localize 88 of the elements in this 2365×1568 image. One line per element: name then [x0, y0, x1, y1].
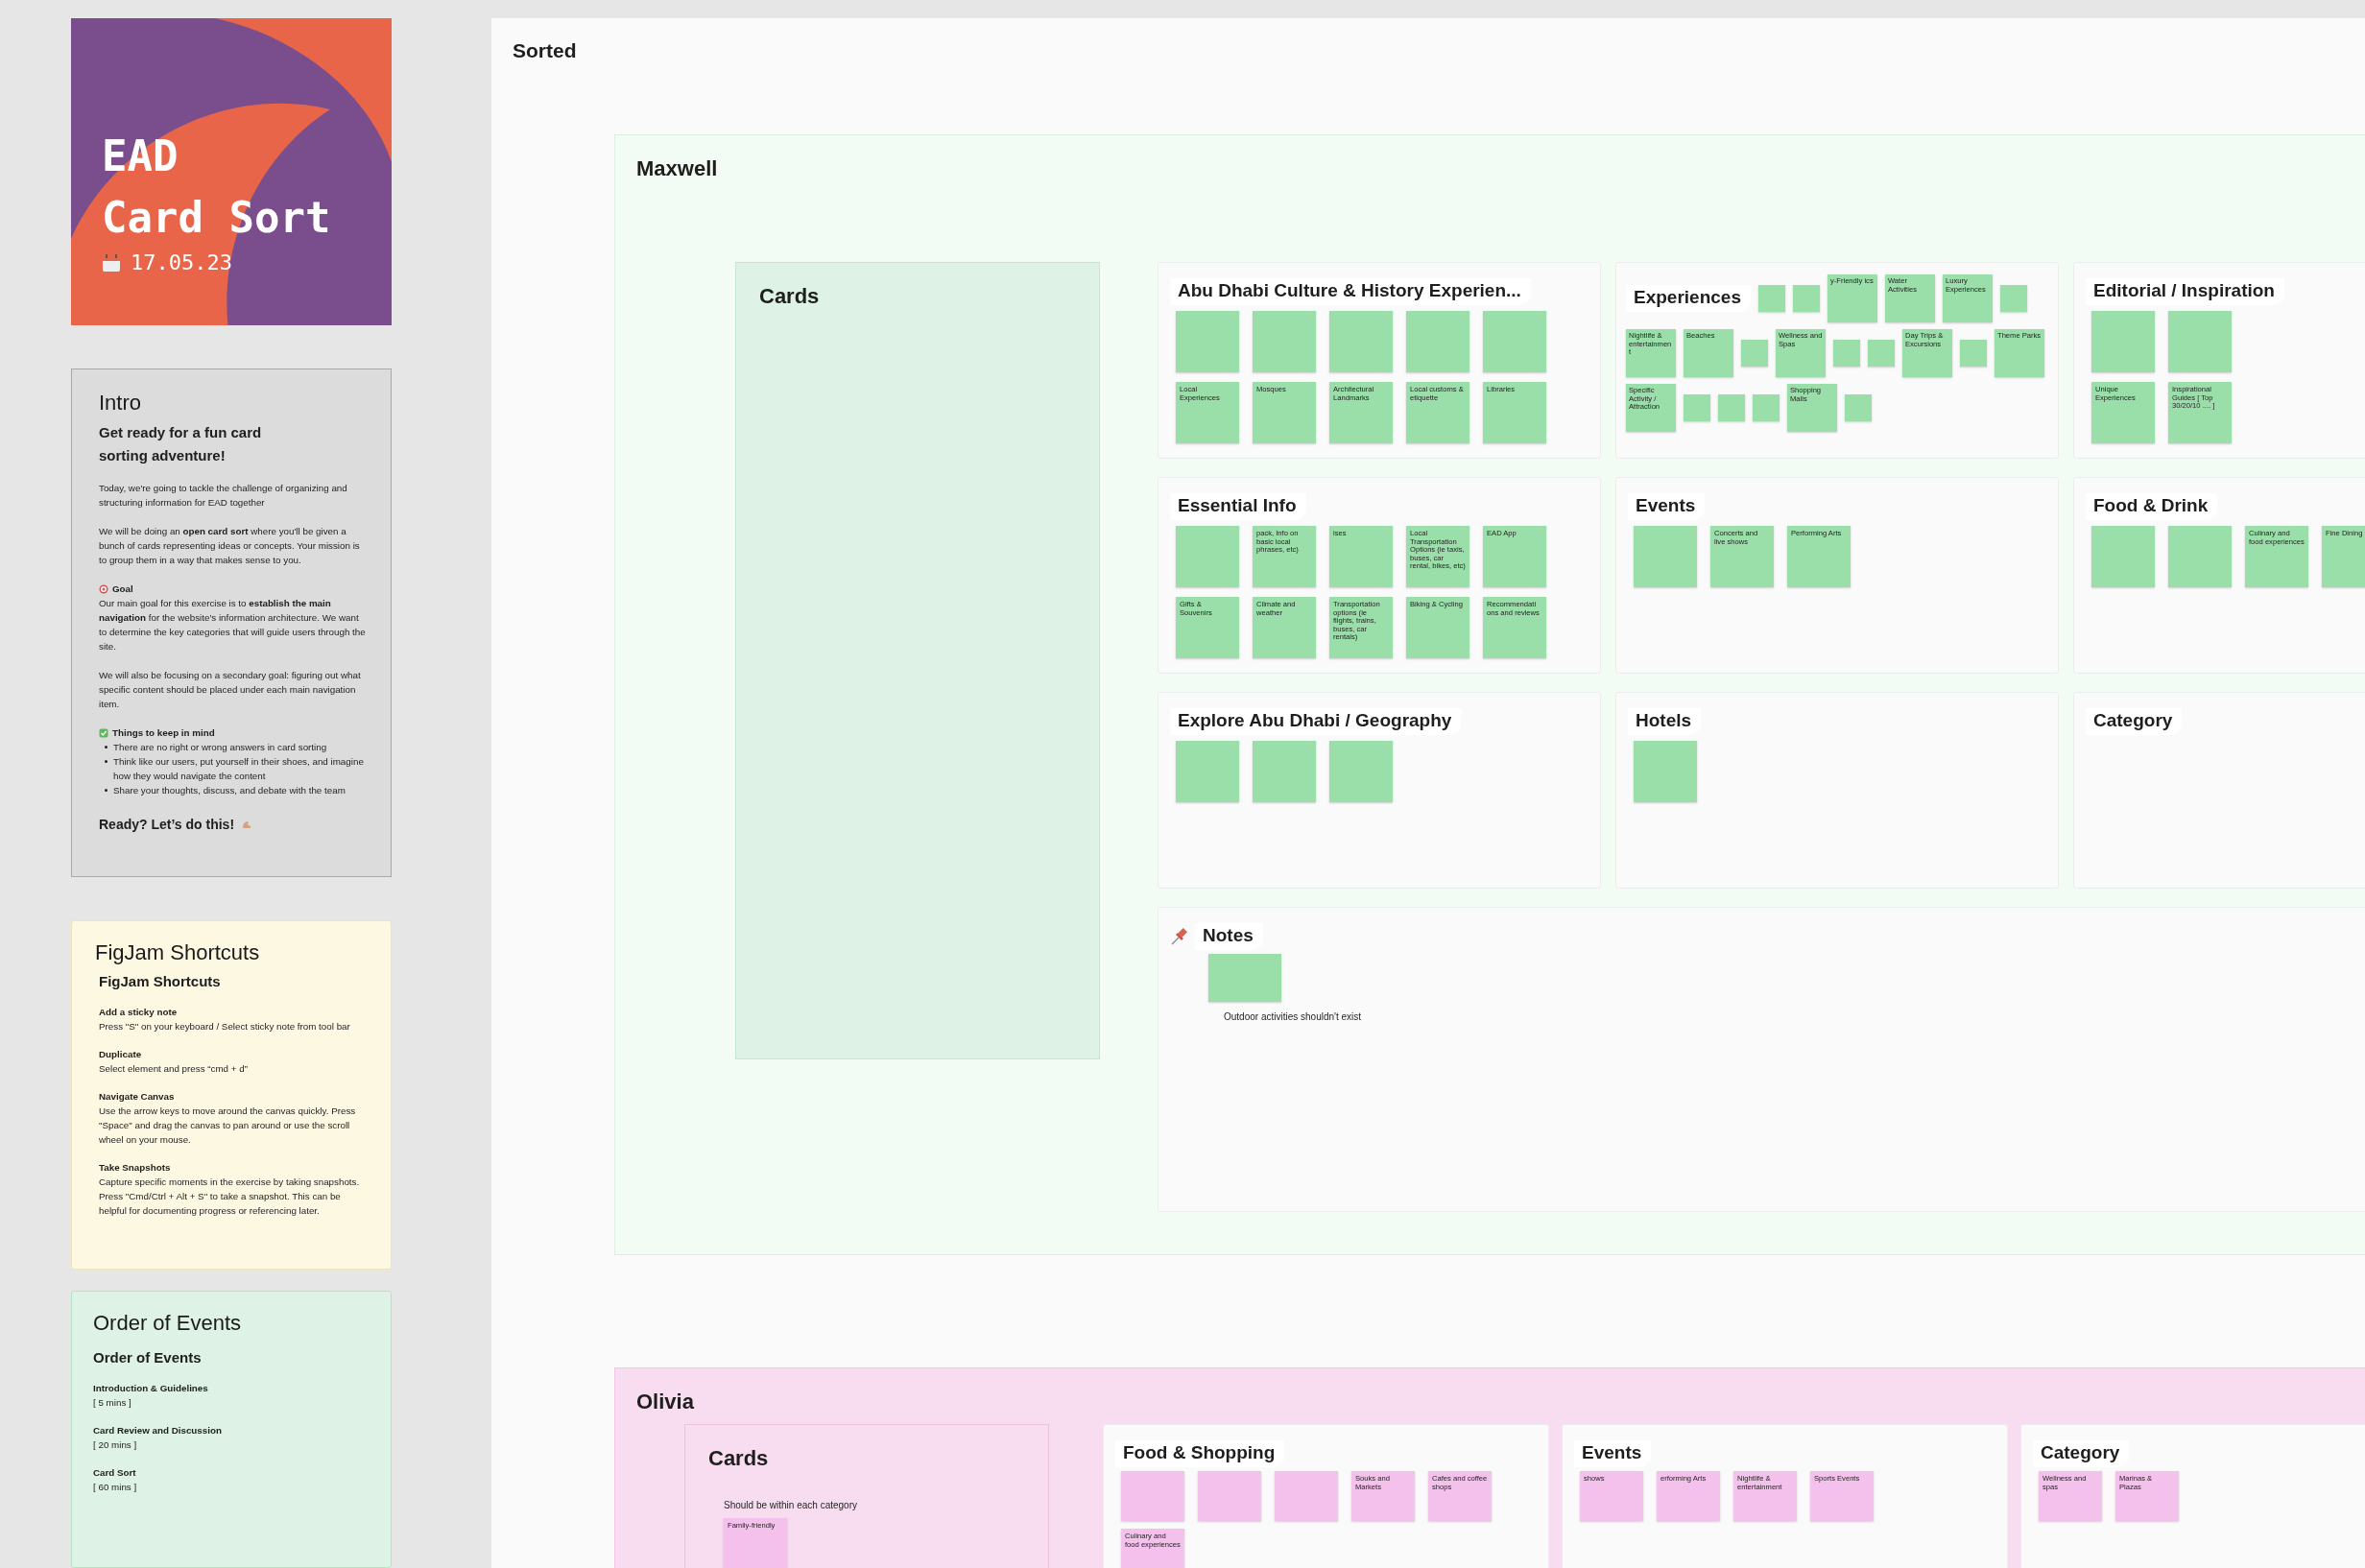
shortcut-description: Use the arrow keys to move around the canvas quickly. Press "Space" and drag the canvas to pan around or use the scroll wheel on your mouse. — [99, 1104, 357, 1147]
event-name: Card Sort — [93, 1465, 137, 1480]
shortcut-name: Navigate Canvas — [99, 1089, 176, 1104]
event-name: Introduction & Guidelines — [93, 1381, 209, 1395]
sticky-note[interactable] — [1634, 741, 1697, 802]
section-title: Maxwell — [636, 156, 719, 181]
paragraph: We will also be focusing on a secondary goal: figuring out what specific content should be placed under each main navigation item. — [99, 669, 362, 712]
shortcut-name: Take Snapshots — [99, 1160, 172, 1175]
category-title: Food & Shopping — [1115, 1440, 1285, 1467]
paragraph: Today, we're going to tackle the challenge of organizing and structuring information for EAD together — [99, 482, 348, 511]
category-title: Abu Dhabi Culture & History Experien... — [1170, 278, 1531, 305]
sticky-note[interactable] — [1121, 1471, 1184, 1521]
category-title: Explore Abu Dhabi / Geography — [1170, 708, 1462, 735]
bullet-icon — [105, 746, 108, 749]
paragraph: We will be doing an open card sort where you'll be given a bunch of cards representing ideas or concepts. Your mission is to group them in a way that makes sense to you. — [99, 525, 361, 568]
card-title: FigJam Shortcuts — [95, 939, 261, 965]
sticky-note[interactable] — [1483, 311, 1546, 372]
sticky-note[interactable] — [2168, 526, 2232, 587]
target-icon — [99, 583, 108, 594]
shortcut-description: Select element and press “cmd + d” — [99, 1061, 249, 1076]
sticky-note[interactable] — [1845, 394, 1872, 421]
intro-heading: Get ready for a fun card sorting adventure! — [99, 423, 263, 466]
category-title: Editorial / Inspiration — [2086, 278, 2284, 305]
sticky-note[interactable] — [1753, 394, 1780, 421]
sticky-note[interactable] — [1253, 311, 1316, 372]
board-title: Sorted — [513, 39, 578, 62]
shortcut-description: Press "S" on your keyboard / Select sticky note from tool bar — [99, 1019, 351, 1033]
sticky-note[interactable] — [1275, 1471, 1338, 1521]
panel-title: Cards — [759, 284, 821, 309]
cover-date: 17.05.23 — [131, 250, 232, 274]
event-name: Card Review and Discussion — [93, 1423, 223, 1437]
sticky-note[interactable] — [1329, 741, 1393, 802]
event-duration: [ 20 mins ] — [93, 1437, 138, 1452]
category-title: Experiences — [1626, 285, 1751, 312]
paragraph: Our main goal for this exercise is to establish the main navigation for the website's information architecture. We want to determine the key categories that will guide users through the site. — [99, 597, 366, 654]
sticky-note[interactable] — [1176, 526, 1239, 587]
sticky-note[interactable] — [1198, 1471, 1261, 1521]
card-title: Intro — [99, 391, 143, 416]
section-heading: FigJam Shortcuts — [99, 972, 222, 989]
sticky-note[interactable] — [1406, 311, 1469, 372]
sticky-note[interactable] — [1960, 340, 1987, 367]
category-title: Notes — [1195, 923, 1263, 950]
card-title: Order of Events — [93, 1310, 243, 1336]
category-title: Category — [2086, 708, 2183, 735]
sticky-note[interactable] — [1176, 311, 1239, 372]
sticky-note[interactable] — [1741, 340, 1768, 367]
sticky-note[interactable] — [1253, 741, 1316, 802]
sticky-note[interactable] — [1757, 285, 1785, 312]
sticky-note[interactable] — [1684, 394, 1710, 421]
shortcut-name: Duplicate — [99, 1047, 143, 1061]
section-heading: Order of Events — [93, 1348, 203, 1366]
event-duration: [ 60 mins ] — [93, 1480, 138, 1494]
section-heading: Goal — [112, 582, 133, 597]
bullet-icon — [105, 789, 108, 793]
category-title: Events — [1574, 1440, 1652, 1467]
shortcut-description: Capture specific moments in the exercise by taking snapshots. Press "Cmd/Ctrl + Alt + S" to take a snapshot. This can be helpful for documenting progress or referencing later. — [99, 1175, 361, 1218]
section-heading: Things to keep in mind — [112, 726, 215, 741]
category-title: Food & Drink — [2086, 493, 2218, 520]
sticky-note[interactable] — [2091, 311, 2155, 372]
sticky-note[interactable] — [1999, 285, 2027, 312]
sticky-note[interactable] — [1176, 741, 1239, 802]
shortcut-name: Add a sticky note — [99, 1005, 179, 1019]
pushpin-icon — [1170, 927, 1189, 946]
checkbox-icon — [99, 727, 108, 738]
sticky-note[interactable] — [1208, 954, 1281, 1002]
sticky-note[interactable] — [2168, 311, 2232, 372]
sticky-note[interactable] — [1833, 340, 1860, 367]
panel-title: Cards — [708, 1446, 770, 1471]
category-title: Hotels — [1628, 708, 1702, 735]
section-title: Olivia — [636, 1390, 695, 1414]
closing-text: Ready? Let’s do this! — [99, 817, 235, 833]
panel-note: Should be within each category — [724, 1500, 858, 1510]
sticky-note[interactable] — [1792, 285, 1820, 312]
sticky-note[interactable] — [2091, 526, 2155, 587]
sticky-note[interactable] — [1634, 526, 1697, 587]
sticky-note[interactable] — [1329, 311, 1393, 372]
bullet-text: Think like our users, put yourself in their shoes, and imagine how they would navigate the content — [113, 755, 365, 784]
category-title: Essential Info — [1170, 493, 1306, 520]
bullet-text: Share your thoughts, discuss, and debate with the team — [113, 784, 346, 798]
category-title: Category — [2033, 1440, 2130, 1467]
event-duration: [ 5 mins ] — [93, 1395, 132, 1410]
bullet-text: There are no right or wrong answers in card sorting — [113, 741, 327, 755]
sticky-note[interactable] — [1718, 394, 1745, 421]
calendar-icon — [102, 252, 121, 273]
note-text: Outdoor activities shouldn't exist — [1224, 1011, 1363, 1022]
bullet-icon — [105, 760, 108, 764]
sticky-note[interactable] — [1868, 340, 1895, 367]
category-title: Events — [1628, 493, 1706, 520]
